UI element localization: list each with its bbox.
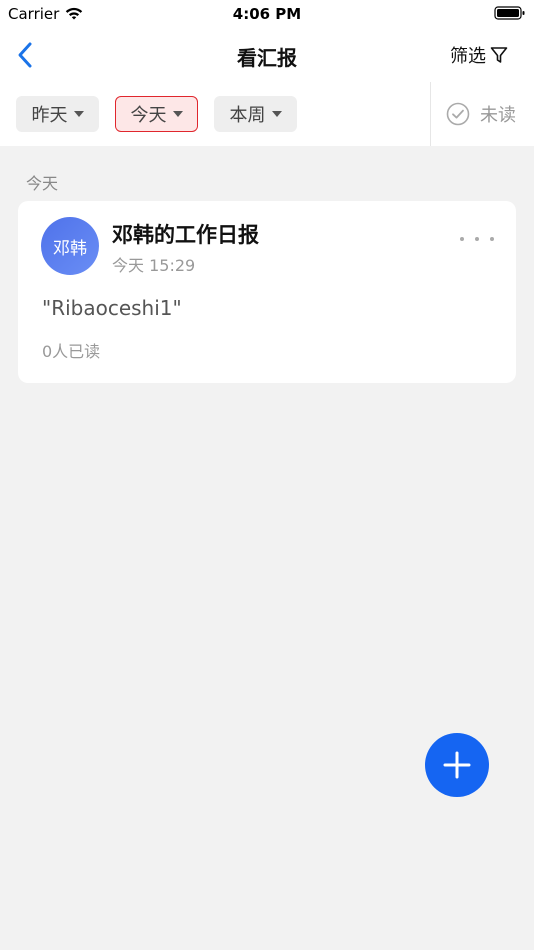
- check-circle-icon: [446, 102, 470, 126]
- report-title: 邓韩的工作日报: [112, 223, 259, 247]
- chip-yesterday[interactable]: 昨天: [16, 96, 99, 132]
- chip-today[interactable]: 今天: [115, 96, 198, 132]
- divider: [430, 82, 431, 146]
- filter-label: 筛选: [450, 46, 486, 67]
- caret-down-icon: [73, 111, 84, 117]
- dot: [460, 237, 464, 241]
- status-bar: Carrier 4:06 PM: [0, 0, 534, 28]
- caret-down-icon: [172, 111, 183, 117]
- add-report-button[interactable]: [425, 733, 489, 797]
- chip-this-week[interactable]: 本周: [214, 96, 297, 132]
- date-filter-bar: 昨天 今天 本周 未读: [0, 82, 534, 146]
- chip-label: 本周: [229, 105, 266, 126]
- clock: 4:06 PM: [232, 5, 302, 23]
- report-content: "Ribaoceshi1": [42, 296, 182, 320]
- report-time: 今天 15:29: [112, 256, 196, 275]
- chevron-left-icon: [18, 42, 32, 68]
- section-header-today: 今天: [26, 174, 59, 193]
- chip-label: 今天: [130, 105, 167, 126]
- report-card[interactable]: 邓韩 邓韩的工作日报 今天 15:29 "Ribaoceshi1" 0人已读: [18, 201, 516, 383]
- navigation-bar: 看汇报 筛选: [0, 28, 534, 82]
- caret-down-icon: [271, 111, 282, 117]
- avatar-text: 邓韩: [53, 238, 87, 259]
- unread-toggle[interactable]: 未读: [446, 100, 516, 128]
- avatar: 邓韩: [41, 217, 99, 275]
- unread-label: 未读: [480, 105, 516, 126]
- battery-icon: [494, 6, 525, 20]
- dot: [475, 237, 479, 241]
- plus-icon: [443, 751, 471, 779]
- filter-button[interactable]: 筛选: [450, 42, 508, 68]
- back-button[interactable]: [10, 38, 40, 72]
- more-options-button[interactable]: [460, 227, 494, 251]
- chip-label: 昨天: [31, 105, 68, 126]
- read-count: 0人已读: [42, 342, 101, 361]
- funnel-icon: [490, 47, 508, 63]
- dot: [490, 237, 494, 241]
